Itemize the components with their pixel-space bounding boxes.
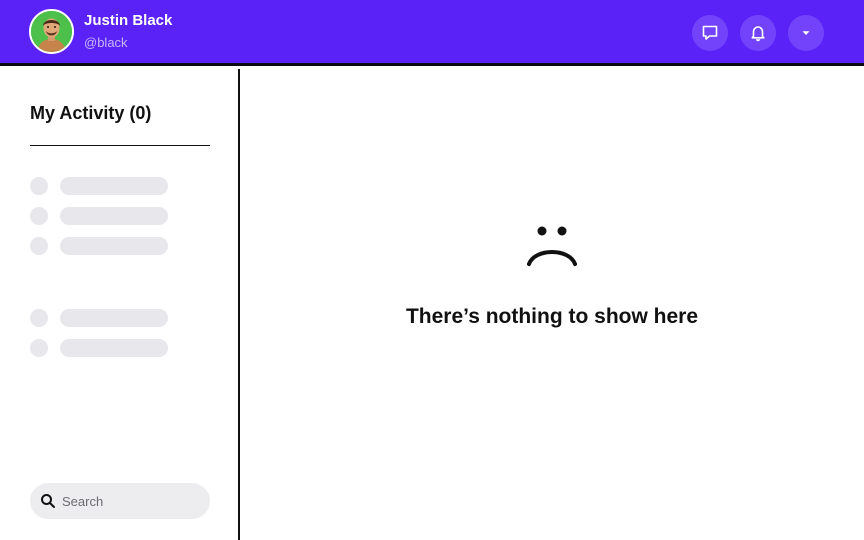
placeholder-row — [30, 309, 170, 327]
message-icon — [701, 24, 719, 42]
placeholder-bar — [60, 207, 168, 225]
placeholder-row — [30, 177, 170, 195]
main-panel: There’s nothing to show here — [240, 69, 864, 540]
top-header: Justin Black @black — [0, 0, 864, 66]
placeholder-bar — [60, 177, 168, 195]
sidebar: My Activity (0) — [0, 69, 238, 540]
title-divider — [30, 145, 210, 146]
bell-icon — [749, 24, 767, 42]
placeholder-row — [30, 207, 170, 225]
placeholder-bar — [60, 237, 168, 255]
empty-state-message: There’s nothing to show here — [405, 305, 699, 328]
placeholder-bar — [60, 339, 168, 357]
placeholder-avatar — [30, 339, 48, 357]
activity-title: My Activity (0) — [30, 103, 152, 123]
user-name: Justin Black — [84, 12, 173, 29]
placeholder-row — [30, 237, 170, 255]
chevron-down-icon — [800, 27, 812, 39]
placeholder-avatar — [30, 177, 48, 195]
search-input[interactable] — [62, 483, 202, 519]
placeholder-avatar — [30, 309, 48, 327]
messages-button[interactable] — [692, 15, 728, 51]
placeholder-avatar — [30, 237, 48, 255]
sad-face-icon — [527, 226, 577, 273]
search-box[interactable] — [30, 483, 210, 519]
search-icon — [40, 493, 56, 514]
notifications-button[interactable] — [740, 15, 776, 51]
avatar[interactable] — [29, 9, 74, 54]
placeholder-bar — [60, 309, 168, 327]
account-menu-button[interactable] — [788, 15, 824, 51]
placeholder-avatar — [30, 207, 48, 225]
user-handle: @black — [84, 35, 128, 50]
placeholder-row — [30, 339, 170, 357]
